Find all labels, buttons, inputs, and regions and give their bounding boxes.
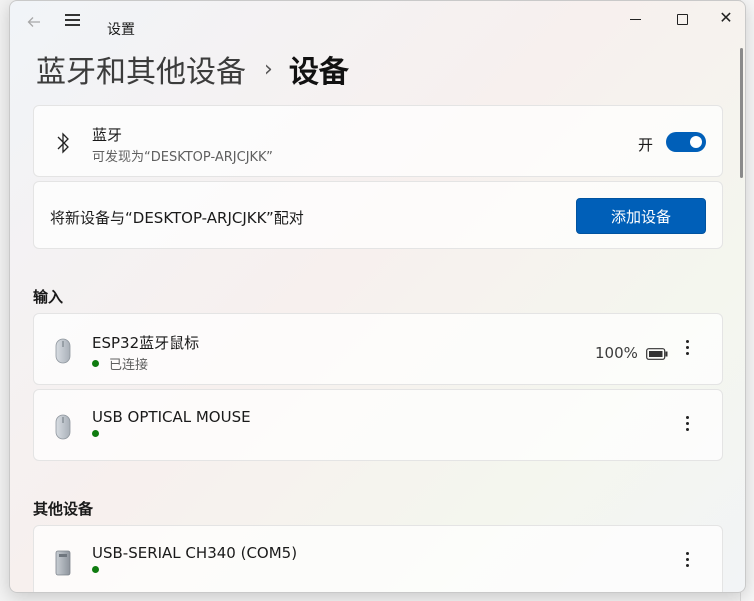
connected-dot-icon [92,430,99,437]
page-title: 设备 [288,55,349,90]
breadcrumb-separator: › [264,56,273,82]
more-options-icon[interactable] [680,340,694,360]
bluetooth-card: 蓝牙 可发现为“DESKTOP-ARJCJKK” 开 [33,105,723,177]
settings-window: 设置 ✕ 蓝牙和其他设备 › 设备 蓝牙 可发现为“DESKTOP-ARJCJK… [9,0,746,593]
maximize-button[interactable] [670,9,694,29]
battery-icon [646,345,668,360]
device-status: 已连接 [92,354,148,373]
pair-device-text: 将新设备与“DESKTOP-ARJCJKK”配对 [50,209,304,227]
scrollbar-thumb[interactable] [740,48,743,178]
pair-device-card: 将新设备与“DESKTOP-ARJCJKK”配对 添加设备 [33,181,723,249]
device-name: ESP32蓝牙鼠标 [92,334,200,352]
more-options-icon[interactable] [680,416,694,436]
battery-percentage: 100% [595,344,638,362]
arrow-left-icon [27,17,40,27]
device-name: USB OPTICAL MOUSE [92,408,251,426]
window-title: 设置 [107,22,135,38]
bluetooth-subtitle: 可发现为“DESKTOP-ARJCJKK” [92,150,273,165]
device-card[interactable]: USB OPTICAL MOUSE [33,389,723,461]
connected-dot-icon [92,566,99,573]
more-options-icon[interactable] [680,552,694,572]
usb-device-icon [52,550,74,576]
add-device-button[interactable]: 添加设备 [576,198,706,234]
device-card[interactable]: ESP32蓝牙鼠标 已连接 100% [33,313,723,385]
mouse-icon [52,338,74,364]
back-button[interactable] [26,14,42,30]
section-other-devices-heading: 其他设备 [33,500,94,518]
device-card[interactable]: USB-SERIAL CH340 (COM5) [33,525,723,592]
device-status-text: 已连接 [109,358,149,373]
bluetooth-toggle[interactable] [666,132,706,152]
hamburger-icon[interactable] [65,14,81,28]
section-input-heading: 输入 [33,288,64,306]
bluetooth-icon [52,130,74,156]
device-name: USB-SERIAL CH340 (COM5) [92,544,298,562]
title-bar: 设置 ✕ [10,1,745,41]
close-button[interactable]: ✕ [714,9,738,29]
bluetooth-toggle-label: 开 [638,136,654,154]
toggle-knob [690,136,702,148]
breadcrumb-parent-link[interactable]: 蓝牙和其他设备 [36,47,246,91]
mouse-icon [52,414,74,440]
device-status [92,566,99,573]
breadcrumb: 蓝牙和其他设备 › 设备 [36,47,349,91]
bluetooth-title: 蓝牙 [92,126,123,144]
device-status [92,430,99,437]
minimize-button[interactable] [624,9,648,29]
connected-dot-icon [92,360,99,367]
